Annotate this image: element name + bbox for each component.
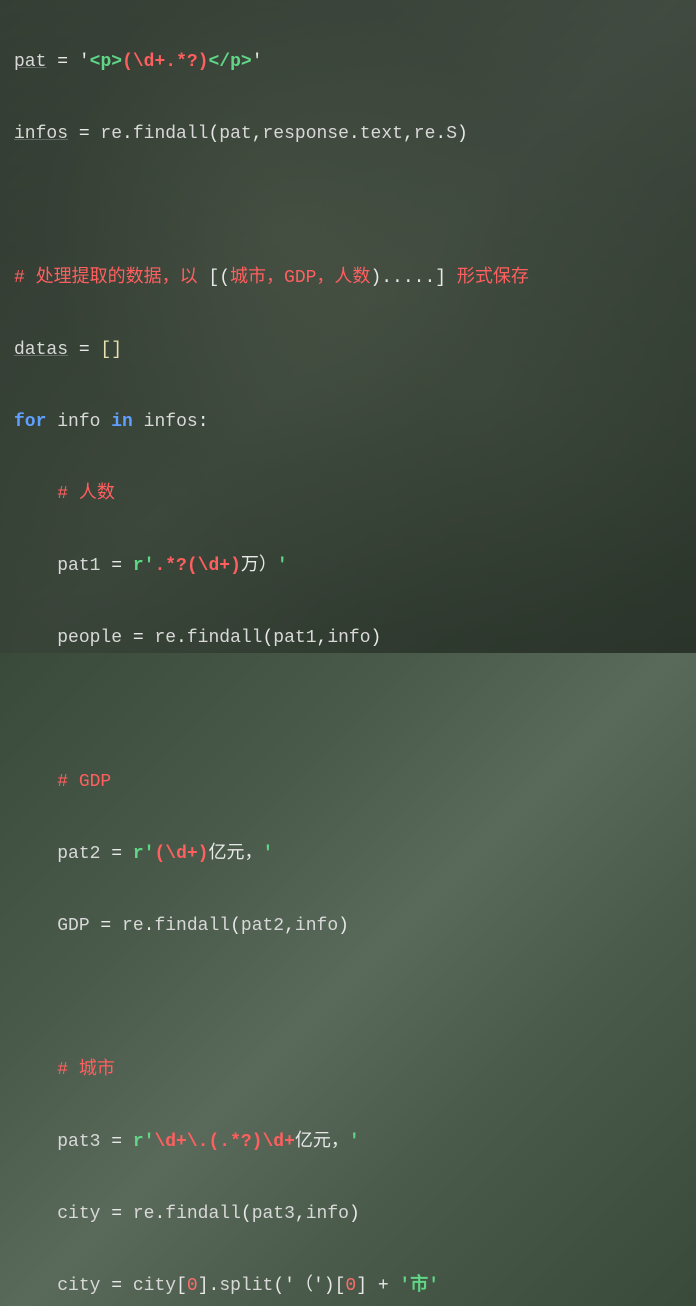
code-line-17: city = re.findall(pat3,info) [14,1196,682,1232]
code-line-7-comment: # 人数 [14,476,682,512]
code-block: pat = '<p>(\d+.*?)</p>' infos = re.finda… [0,0,696,1306]
code-line-13: GDP = re.findall(pat2,info) [14,908,682,944]
code-line-3-blank [14,188,682,224]
variable-infos: infos [14,124,68,144]
code-line-16: pat3 = r'\d+\.(.*?)\d+亿元，' [14,1124,682,1160]
code-line-10-blank [14,692,682,728]
code-line-6-for: for info in infos: [14,404,682,440]
code-line-5: datas = [] [14,332,682,368]
code-line-1: pat = '<p>(\d+.*?)</p>' [14,44,682,80]
code-line-9: people = re.findall(pat1,info) [14,620,682,656]
keyword-in: in [111,412,133,432]
code-line-18: city = city[0].split('（')[0] + '市' [14,1268,682,1304]
code-line-8: pat1 = r'.*?(\d+)万）' [14,548,682,584]
code-line-12: pat2 = r'(\d+)亿元，' [14,836,682,872]
variable-pat: pat [14,52,46,72]
code-line-4-comment: # 处理提取的数据，以 [(城市，GDP，人数).....] 形式保存 [14,260,682,296]
variable-datas: datas [14,340,68,360]
code-line-14-blank [14,980,682,1016]
code-line-2: infos = re.findall(pat,response.text,re.… [14,116,682,152]
code-line-11-comment: # GDP [14,764,682,800]
code-line-15-comment: # 城市 [14,1052,682,1088]
keyword-for: for [14,412,46,432]
